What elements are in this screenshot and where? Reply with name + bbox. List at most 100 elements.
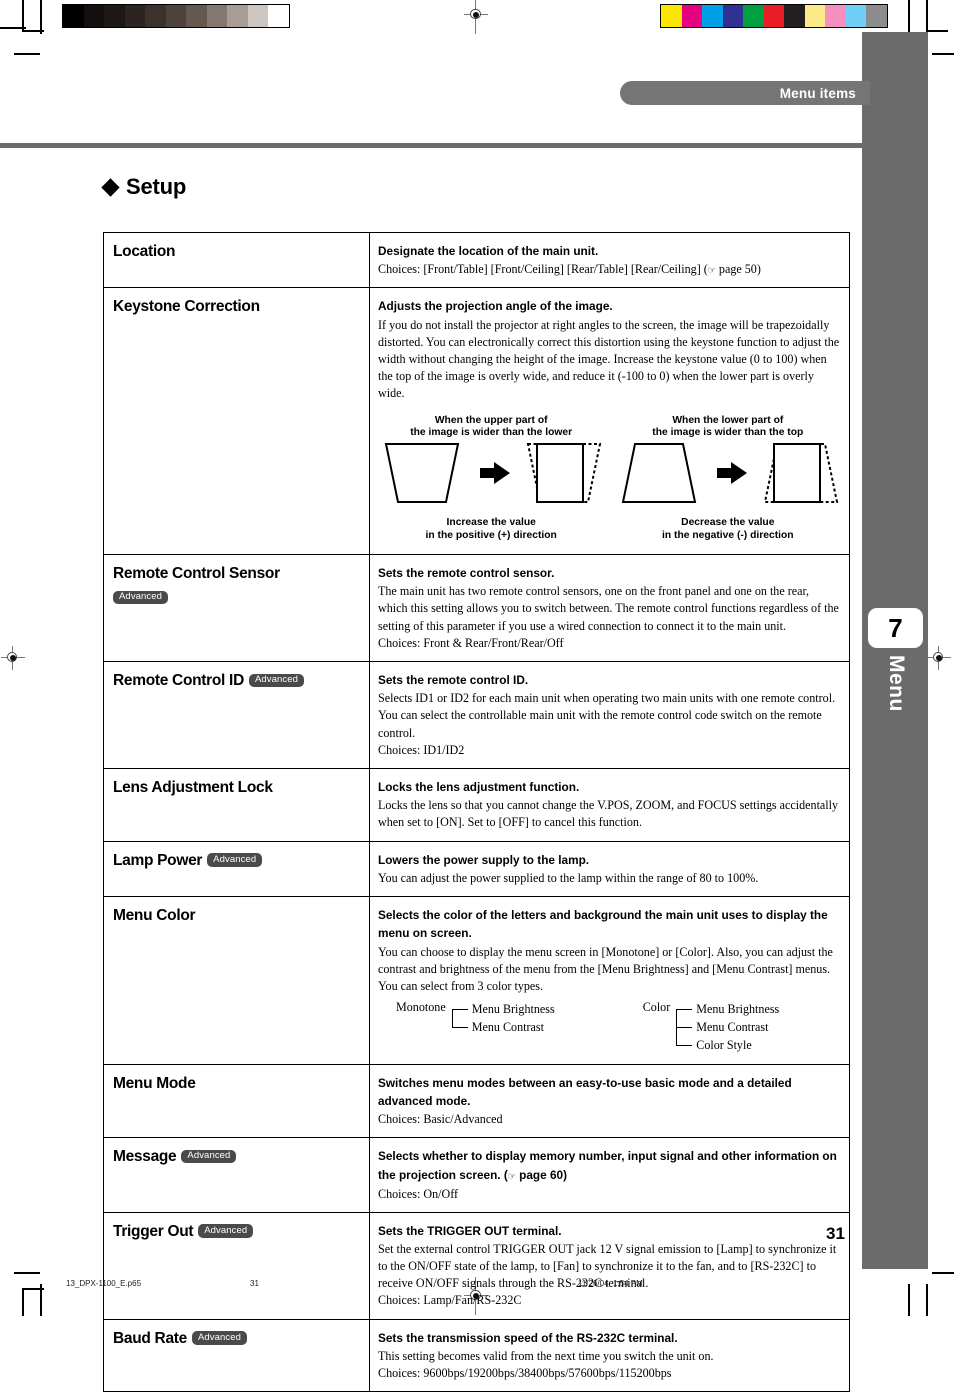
tree-root-label: Monotone — [396, 1000, 446, 1015]
table-row: Keystone Correction Adjusts the projectio… — [103, 287, 850, 556]
table-row: Menu Mode Switches menu modes between an … — [103, 1063, 850, 1139]
menu-item-description-cell: Sets the remote control ID. Selects ID1 o… — [369, 661, 850, 769]
description-heading: Sets the transmission speed of the RS-23… — [378, 1330, 678, 1345]
menu-color-tree: Monotone Menu Brightness Menu Contrast Co… — [378, 1000, 841, 1054]
page-title: Setup — [101, 174, 187, 200]
side-tab-label: Menu — [885, 655, 908, 712]
menu-item-name: Lens Adjustment Lock — [113, 778, 273, 796]
description-heading: Lowers the power supply to the lamp. — [378, 852, 590, 867]
color-swatch — [661, 5, 682, 27]
registration-mark-left — [1, 646, 25, 670]
menu-item-description-cell: Designate the location of the main unit.… — [369, 231, 850, 289]
table-row: Remote Control ID Advanced Sets the remote… — [103, 661, 850, 769]
menu-color-tree-monotone: Monotone Menu Brightness Menu Contrast — [396, 1000, 555, 1054]
table-row: Trigger Out Advanced Sets the TRIGGER OUT … — [103, 1211, 850, 1320]
advanced-badge: Advanced — [113, 590, 169, 605]
menu-item-description-cell: Sets the TRIGGER OUT terminal. Set the ex… — [369, 1211, 850, 1320]
crop-mark-tr-h1 — [926, 30, 948, 32]
menu-item-name-cell: Location — [103, 231, 370, 289]
menu-item-description-cell: Sets the transmission speed of the RS-23… — [369, 1318, 850, 1392]
description-body: You can choose to display the menu scree… — [378, 944, 833, 993]
table-row: Lamp Power Advanced Lowers the power suppl… — [103, 840, 850, 898]
description-heading: Sets the remote control sensor. — [378, 566, 555, 581]
description-heading: Adjusts the projection angle of the imag… — [378, 299, 613, 314]
description-choices: Choices: [Front/Table] [Front/Ceiling] [… — [378, 262, 761, 277]
menu-item-name: Baud Rate — [113, 1329, 187, 1347]
keystone-block-positive: When the upper part of the image is wider… — [382, 415, 602, 543]
description-body: Locks the lens so that you cannot change… — [378, 798, 839, 830]
page-number: 31 — [826, 1224, 845, 1243]
menu-item-name: Remote Control Sensor — [113, 565, 280, 583]
crop-mark-br-v2 — [926, 1284, 928, 1316]
table-row: Location Designate the location of the ma… — [103, 231, 850, 289]
menu-item-name-cell: Lens Adjustment Lock — [103, 767, 370, 842]
page-title-text: Setup — [126, 174, 187, 199]
menu-item-name-cell: Remote Control Sensor Advanced — [103, 554, 370, 662]
menu-item-name-cell: Keystone Correction — [103, 287, 370, 556]
color-swatch — [866, 5, 887, 27]
keystone-caption-bottom-right: Decrease the value in the negative (-) di… — [619, 517, 837, 543]
menu-item-name: Location — [113, 243, 176, 260]
menu-item-description-cell: Switches menu modes between an easy-to-u… — [369, 1063, 850, 1139]
color-swatch — [702, 5, 723, 27]
color-swatch — [743, 5, 764, 27]
description-choices: Choices: ID1/ID2 — [378, 742, 465, 757]
description-body: This setting becomes valid from the next… — [378, 1348, 714, 1363]
crop-mark-tr-v2 — [926, 0, 928, 32]
description-heading: Selects the color of the letters and bac… — [378, 908, 828, 941]
menu-item-description-cell: Adjusts the projection angle of the imag… — [369, 287, 850, 556]
diamond-bullet-icon — [101, 177, 120, 197]
advanced-badge: Advanced — [191, 1331, 248, 1345]
color-swatch — [186, 5, 207, 27]
keystone-block-negative: When the lower part of the image is wider… — [619, 415, 838, 543]
color-swatch — [681, 5, 703, 27]
crop-mark-br-v1 — [908, 1284, 910, 1316]
side-tab-number: 7 — [868, 608, 923, 648]
description-heading: Sets the TRIGGER OUT terminal. — [378, 1223, 562, 1238]
color-swatch — [763, 5, 785, 27]
tree-child-label: Menu Brightness — [451, 1000, 555, 1018]
menu-item-description-cell: Selects whether to display memory number… — [369, 1137, 850, 1213]
menu-item-name-cell: Message Advanced — [103, 1137, 370, 1213]
footer-page: 31 — [250, 1279, 259, 1288]
menu-item-description-cell: Lowers the power supply to the lamp. You … — [369, 840, 850, 898]
crop-mark-tl-h3 — [14, 53, 40, 55]
menu-item-description-cell: Selects the color of the letters and bac… — [369, 896, 850, 1065]
color-swatch — [227, 5, 248, 27]
tree-child-label: Menu Brightness — [676, 1000, 779, 1018]
menu-item-name-cell: Lamp Power Advanced — [103, 840, 370, 898]
advanced-badge: Advanced — [207, 853, 263, 867]
crop-mark-bl-v2 — [40, 1284, 42, 1316]
color-swatch — [83, 5, 105, 27]
color-swatch — [268, 5, 289, 27]
advanced-badge: Advanced — [198, 1224, 254, 1238]
tree-child-label: Menu Contrast — [451, 1018, 555, 1036]
description-body: You can adjust the power supplied to the… — [378, 870, 759, 885]
advanced-badge: Advanced — [248, 673, 305, 687]
color-swatch — [104, 5, 125, 27]
registration-mark-top — [464, 0, 488, 34]
table-row: Remote Control Sensor Advanced Sets the re… — [103, 554, 850, 662]
crop-mark-tl-h2 — [0, 27, 26, 29]
footer-timestamp: 11/26/04, 1:54 PM — [578, 1279, 643, 1288]
menu-item-name-cell: Remote Control ID Advanced — [103, 661, 370, 769]
grayscale-calibration-strip — [62, 4, 290, 28]
description-body: The main unit has two remote control sen… — [378, 584, 839, 633]
menu-item-description-cell: Sets the remote control sensor. The main … — [369, 554, 850, 662]
description-body: Selects ID1 or ID2 for each main unit wh… — [378, 691, 836, 740]
description-heading: Selects whether to display memory number… — [378, 1149, 837, 1182]
keystone-caption-bottom-left-line: in the positive (+) direction — [425, 530, 557, 542]
keystone-caption-bottom-right-line: in the negative (-) direction — [662, 530, 794, 542]
color-calibration-strip — [660, 4, 888, 28]
crop-mark-tr-v1 — [908, 0, 910, 34]
keystone-figure: When the upper part of the image is wider… — [378, 415, 841, 545]
menu-item-name-cell: Baud Rate Advanced — [103, 1318, 370, 1392]
keystone-caption-top-right-line: When the lower part of — [672, 414, 784, 426]
tree-child-label: Menu Contrast — [676, 1018, 779, 1036]
description-choices: Choices: On/Off — [378, 1186, 459, 1201]
keystone-caption-top-right: When the lower part of the image is wider… — [619, 415, 837, 441]
registration-mark-right — [927, 646, 951, 670]
keystone-diagram-wide-top — [384, 443, 602, 504]
menu-color-tree-color: Color Menu Brightness Menu Contrast Color … — [643, 1000, 780, 1054]
running-header-pill: Menu items — [620, 81, 870, 105]
